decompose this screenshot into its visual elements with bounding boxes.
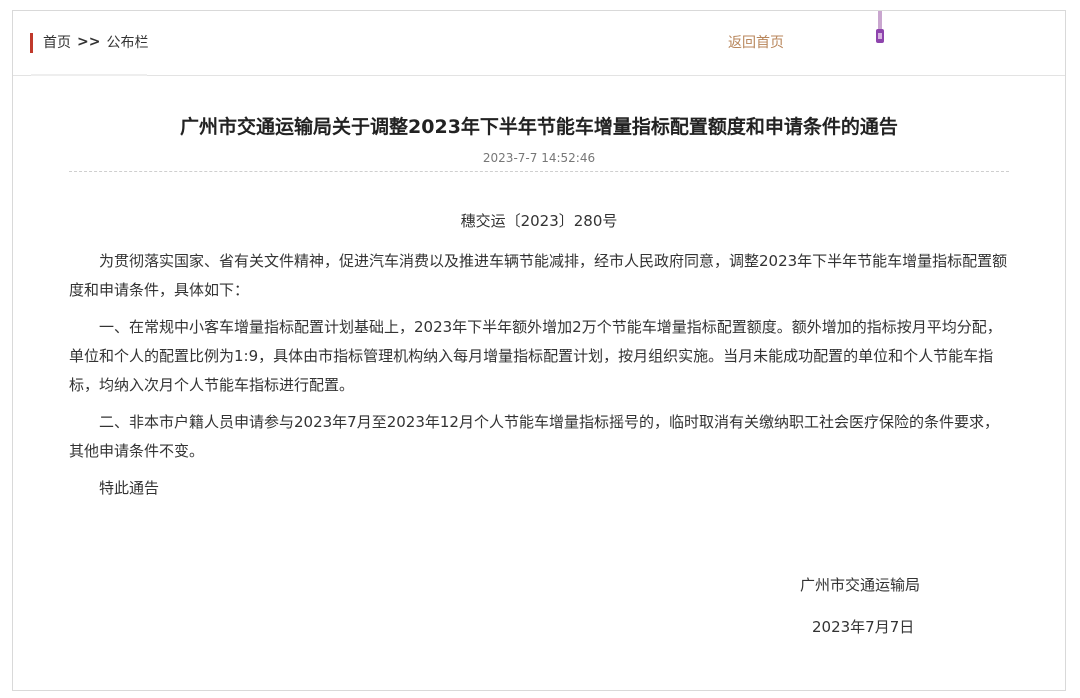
- breadcrumb-marker: [30, 33, 33, 53]
- decoration-icon: [876, 11, 884, 43]
- breadcrumb-separator: >>: [77, 34, 101, 50]
- publish-date: 2023-7-7 14:52:46: [482, 151, 596, 165]
- top-bar: 首页 >> 公布栏 返回首页: [13, 11, 1065, 76]
- tab-underline: [31, 74, 147, 76]
- paragraph-closing: 特此通告: [99, 479, 160, 497]
- paragraph-intro: 为贯彻落实国家、省有关文件精神，促进汽车消费以及推进车辆节能减排，经市人民政府同…: [69, 252, 1008, 299]
- document-number: 穗交运〔2023〕280号: [460, 212, 618, 230]
- back-home-link[interactable]: 返回首页: [728, 32, 784, 52]
- paragraph-item-1: 一、在常规中小客车增量指标配置计划基础上，2023年下半年额外增加2万个节能车增…: [69, 318, 1002, 394]
- page-frame: 首页 >> 公布栏 返回首页 广州市交通运输局关于调整2023年下半年节能车增量…: [12, 10, 1066, 691]
- breadcrumb: 首页 >> 公布栏: [43, 32, 148, 52]
- dashed-divider: [69, 171, 1009, 172]
- article-body: 为贯彻落实国家、省有关文件精神，促进汽车消费以及推进车辆节能减排，经市人民政府同…: [69, 247, 1011, 511]
- signature-org: 广州市交通运输局: [800, 576, 921, 594]
- signature-date: 2023年7月7日: [812, 618, 915, 636]
- paragraph-item-2: 二、非本市户籍人员申请参与2023年7月至2023年12月个人节能车增量指标摇号…: [69, 413, 999, 460]
- article-title: 广州市交通运输局关于调整2023年下半年节能车增量指标配置额度和申请条件的通告: [180, 116, 898, 138]
- breadcrumb-home-link[interactable]: 首页: [43, 32, 71, 52]
- breadcrumb-current: 公布栏: [106, 35, 149, 51]
